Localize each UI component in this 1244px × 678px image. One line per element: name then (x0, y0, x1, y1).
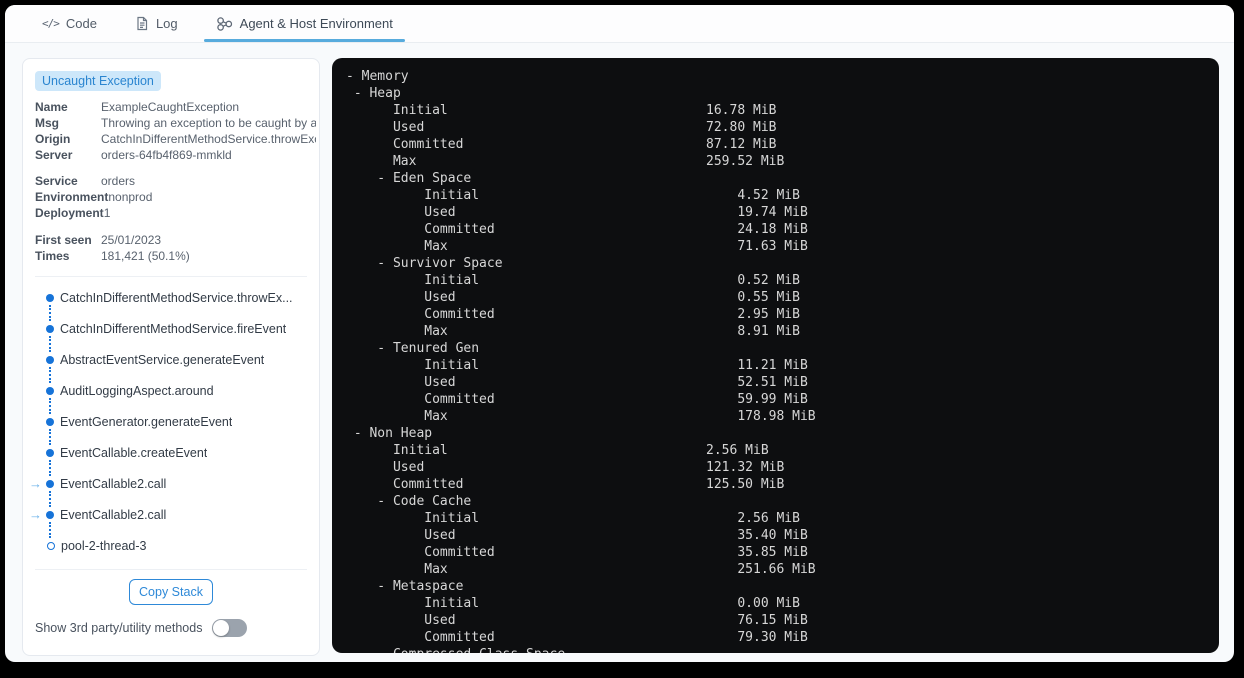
detail-row: Origin CatchInDifferentMethodService.thro… (35, 131, 316, 147)
thread-circle-icon (47, 541, 55, 550)
detail-row: Times 181,421 (50.1%) (35, 248, 307, 264)
stack-frame[interactable]: AuditLoggingAspect.around (29, 383, 307, 398)
stack-connector-dots (49, 429, 307, 445)
detail-label: Service (35, 174, 78, 188)
stack-frame-label: EventCallable.createEvent (60, 445, 208, 460)
stack-frame-label: AuditLoggingAspect.around (60, 383, 214, 398)
service-details-group: Service orders Environment nonprod Deploymen… (35, 173, 307, 221)
memory-tree-text: - Memory - Heap Initial 16.78 MiB Used 7… (346, 69, 816, 653)
stack-frame-label: CatchInDifferentMethodService.throwEx... (60, 290, 293, 305)
stack-frame-label: EventGenerator.generateEvent (60, 414, 233, 429)
stack-frame-dot-icon (46, 479, 54, 488)
stack-connector-dots (49, 367, 307, 383)
detail-value: orders-64fb4f869-mmkld (101, 148, 232, 162)
detail-row: First seen 25/01/2023 (35, 232, 307, 248)
detail-row: Name ExampleCaughtException (35, 99, 307, 115)
detail-value: orders (101, 174, 136, 188)
stack-frame-dot-icon (46, 324, 54, 333)
exception-details-group: Name ExampleCaughtException Msg Throwing an… (35, 99, 316, 163)
exception-panel: Uncaught Exception Name ExampleCaughtExce… (22, 58, 320, 656)
detail-label: First seen (35, 233, 92, 247)
stack-frame[interactable]: CatchInDifferentMethodService.throwEx... (29, 290, 307, 305)
stack-frame-dot-icon (46, 386, 54, 395)
stack-connector-dots (49, 522, 307, 538)
detail-row: Service orders (35, 173, 307, 189)
detail-row: Server orders-64fb4f869-mmkld (35, 147, 307, 163)
stack-connector-dots (49, 305, 307, 321)
stack-frame[interactable]: → EventCallable2.call (29, 476, 307, 491)
detail-label: Deployment (35, 206, 104, 220)
stack-frame-dot-icon (46, 417, 54, 426)
stack-frame-dot-icon (46, 510, 54, 519)
divider (35, 276, 307, 277)
detail-value: Throwing an exception to be caught by a … (101, 116, 316, 130)
tab-agent-host-environment[interactable]: Agent & Host Environment (203, 5, 406, 42)
memory-environment-terminal[interactable]: - Memory - Heap Initial 16.78 MiB Used 7… (332, 58, 1219, 653)
stack-connector-dots (49, 336, 307, 352)
detail-label: Name (35, 100, 68, 114)
occurrence-details-group: First seen 25/01/2023 Times 181,421 (50.1%) (35, 232, 307, 264)
detail-value: 1 (103, 206, 111, 220)
detail-row: Msg Throwing an exception to be caught by… (35, 115, 316, 131)
stack-frame-dot-icon (46, 448, 54, 457)
stack-frame-dot-icon (46, 355, 54, 364)
code-icon: </> (42, 17, 60, 30)
stack-connector-dots (49, 491, 307, 507)
stack-connector-dots (49, 460, 307, 476)
tab-code[interactable]: </> Code (30, 5, 109, 42)
detail-value: 181,421 (50.1%) (101, 249, 190, 263)
stack-frame-label: EventCallable2.call (60, 507, 167, 522)
stack-connector-dots (49, 398, 307, 414)
tab-log[interactable]: Log (123, 5, 190, 42)
tab-label: Log (155, 16, 178, 31)
agent-cluster-icon (216, 16, 233, 32)
stack-frame-dot-icon (46, 293, 54, 302)
tab-bar: </> Code Log Agent & Host Environment (5, 5, 1234, 43)
detail-label: Environment (35, 190, 109, 204)
detail-row: Environment nonprod (35, 189, 307, 205)
detail-row: Deployment 1 (35, 205, 307, 221)
detail-label: Origin (35, 132, 71, 146)
detail-value: 25/01/2023 (101, 233, 162, 247)
detail-label: Server (35, 148, 73, 162)
execution-arrow-icon: → (29, 476, 42, 491)
execution-arrow-icon: → (29, 507, 42, 522)
show-3rd-party-toggle[interactable] (212, 619, 248, 637)
toggle-knob (213, 620, 230, 636)
app-window: </> Code Log Agent & Host Environment Un… (5, 5, 1234, 662)
toggle-label: Show 3rd party/utility methods (35, 621, 203, 635)
stack-frame[interactable]: pool-2-thread-3 (29, 538, 307, 553)
stack-frame[interactable]: → EventCallable2.call (29, 507, 307, 522)
content-area: Uncaught Exception Name ExampleCaughtExce… (5, 43, 1234, 656)
tab-label: Agent & Host Environment (239, 16, 393, 31)
stack-frame[interactable]: AbstractEventService.generateEvent (29, 352, 307, 367)
divider (35, 569, 307, 570)
stack-trace-list: CatchInDifferentMethodService.throwEx...… (29, 290, 307, 553)
stack-frame[interactable]: CatchInDifferentMethodService.fireEvent (29, 321, 307, 336)
stack-frame-label: AbstractEventService.generateEvent (60, 352, 265, 367)
stack-frame[interactable]: EventCallable.createEvent (29, 445, 307, 460)
detail-label: Times (35, 249, 70, 263)
detail-label: Msg (35, 116, 59, 130)
detail-value: ExampleCaughtException (101, 100, 240, 114)
copy-stack-button[interactable]: Copy Stack (129, 579, 213, 605)
exception-type-badge: Uncaught Exception (35, 71, 161, 91)
detail-value: nonprod (108, 190, 153, 204)
tab-label: Code (65, 16, 97, 31)
log-document-icon (135, 16, 149, 31)
detail-value: CatchInDifferentMethodService.throwExcep (101, 132, 316, 146)
stack-frame-label: CatchInDifferentMethodService.fireEvent (60, 321, 287, 336)
stack-frame-label: pool-2-thread-3 (61, 538, 147, 553)
stack-frame[interactable]: EventGenerator.generateEvent (29, 414, 307, 429)
stack-frame-label: EventCallable2.call (60, 476, 167, 491)
